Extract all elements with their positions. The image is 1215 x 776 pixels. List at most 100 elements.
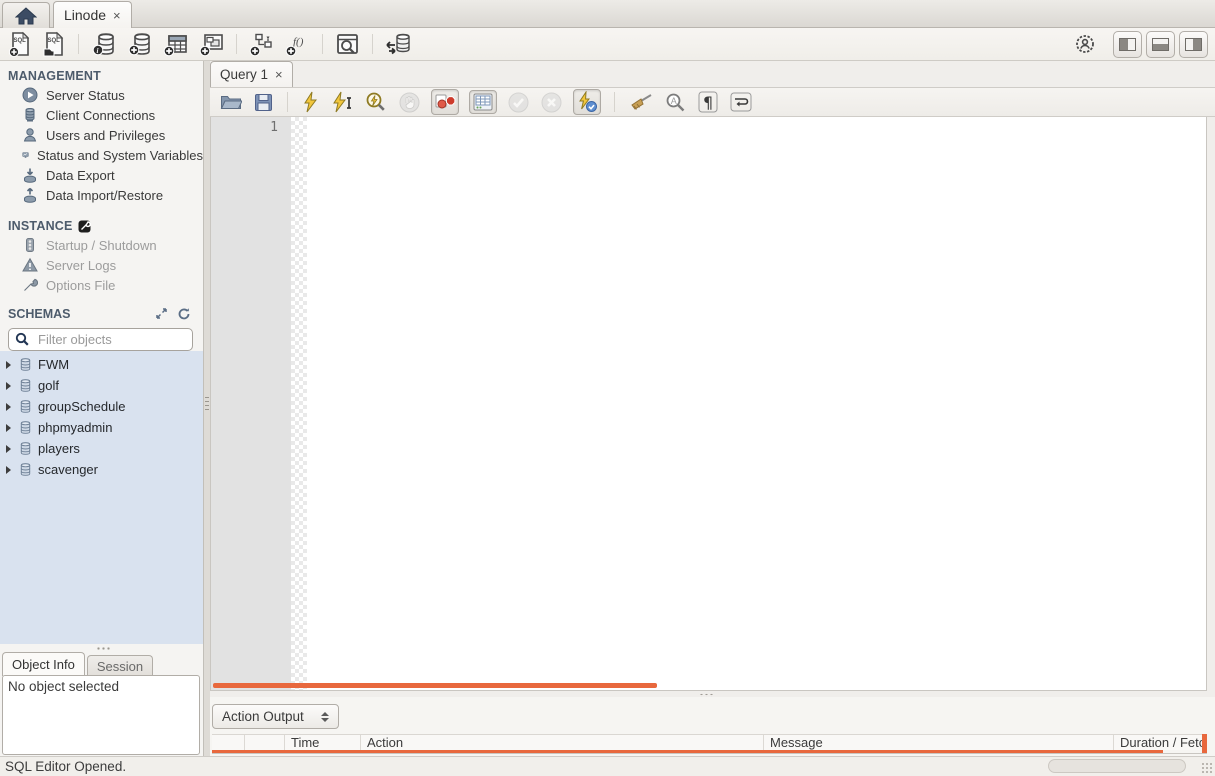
output-panel: Action Output Time Action Message Durati… xyxy=(210,697,1215,756)
sidebar-item-system-variables[interactable]: Status and System Variables xyxy=(0,145,203,165)
toggle-stop-on-error-button[interactable] xyxy=(431,89,459,115)
schema-row-groupschedule[interactable]: groupSchedule xyxy=(0,396,203,417)
expander-icon[interactable] xyxy=(6,381,11,390)
expander-icon[interactable] xyxy=(6,465,11,474)
rollback-button[interactable] xyxy=(540,91,563,114)
output-header-border xyxy=(212,753,1207,754)
create-function-button[interactable]: f() xyxy=(283,30,312,59)
expander-icon[interactable] xyxy=(6,402,11,411)
schema-db-icon xyxy=(20,421,31,434)
editor-hscrollbar-thumb[interactable] xyxy=(213,683,657,688)
search-table-data-button[interactable] xyxy=(333,30,362,59)
output-col-blank2[interactable] xyxy=(245,735,285,750)
output-col-duration[interactable]: Duration / Fetch xyxy=(1114,735,1207,750)
toggle-left-sidebar-button[interactable] xyxy=(1113,30,1142,58)
execute-current-button[interactable] xyxy=(331,90,354,114)
schema-db-icon xyxy=(20,379,31,392)
limit-rows-icon xyxy=(473,93,493,111)
explain-plan-button[interactable] xyxy=(364,90,388,114)
sql-code-editor[interactable]: 1 xyxy=(210,117,1207,691)
query-tab-label: Query 1 xyxy=(220,67,269,82)
schema-row-fwm[interactable]: FWM xyxy=(0,354,203,375)
schema-filter[interactable] xyxy=(8,328,193,351)
output-hscrollbar-thumb[interactable] xyxy=(1048,759,1186,773)
schema-row-scavenger[interactable]: scavenger xyxy=(0,459,203,480)
sidebar-item-data-export[interactable]: Data Export xyxy=(0,165,203,185)
toggle-invisibles-button[interactable]: ¶ xyxy=(697,90,719,114)
connection-tab-label: Linode xyxy=(64,7,107,23)
limit-rows-button[interactable] xyxy=(469,90,497,114)
tab-session[interactable]: Session xyxy=(86,655,154,676)
connection-tab[interactable]: Linode × xyxy=(53,1,132,28)
sidebar-item-users-privileges[interactable]: Users and Privileges xyxy=(0,125,203,145)
schema-filter-input[interactable] xyxy=(36,331,186,348)
connection-tab-close-icon[interactable]: × xyxy=(113,8,121,23)
schema-row-players[interactable]: players xyxy=(0,438,203,459)
find-button[interactable]: A xyxy=(664,91,687,114)
reconnect-dbms-button[interactable] xyxy=(383,30,413,59)
clear-query-button[interactable] xyxy=(628,91,654,113)
status-bar: SQL Editor Opened. xyxy=(0,756,1215,776)
home-icon xyxy=(15,6,37,24)
data-import-icon xyxy=(24,187,36,203)
client-connections-icon xyxy=(25,107,35,122)
window-resize-grip[interactable] xyxy=(1201,762,1213,774)
status-text: SQL Editor Opened. xyxy=(5,759,127,774)
create-table-button[interactable] xyxy=(161,30,190,59)
sql-editor-area: Query 1 × A ¶ 1 Action Output Time Actio… xyxy=(210,61,1215,756)
open-script-button[interactable] xyxy=(219,92,243,112)
main-toolbar: SQL SQL i f() xyxy=(0,28,1215,61)
window-tab-strip: Linode × xyxy=(0,0,1215,28)
preferences-button[interactable] xyxy=(1073,32,1097,56)
output-type-select[interactable]: Action Output xyxy=(212,704,339,729)
startup-shutdown-icon xyxy=(26,238,34,252)
toggle-wrap-button[interactable] xyxy=(729,91,753,113)
query-tab[interactable]: Query 1 × xyxy=(210,61,293,87)
output-vscrollbar-thumb[interactable] xyxy=(1202,734,1207,753)
create-view-button[interactable] xyxy=(197,30,226,59)
schema-row-golf[interactable]: golf xyxy=(0,375,203,396)
stop-execution-button[interactable] xyxy=(398,91,421,114)
save-script-icon xyxy=(255,93,272,111)
sidebar-item-options-file[interactable]: Options File xyxy=(0,275,203,295)
create-schema-button[interactable] xyxy=(125,30,154,59)
open-script-icon xyxy=(220,96,242,109)
tab-object-info[interactable]: Object Info xyxy=(2,652,85,676)
save-script-button[interactable] xyxy=(253,92,274,113)
home-tab[interactable] xyxy=(2,2,50,28)
expand-schemas-icon[interactable] xyxy=(155,307,168,320)
expander-icon[interactable] xyxy=(6,423,11,432)
output-col-action[interactable]: Action xyxy=(361,735,764,750)
output-col-blank1[interactable] xyxy=(212,735,245,750)
sidebar-item-startup-shutdown[interactable]: Startup / Shutdown xyxy=(0,235,203,255)
commit-button[interactable] xyxy=(507,91,530,114)
sidebar-divider[interactable] xyxy=(203,61,210,756)
code-text-area[interactable] xyxy=(307,117,1206,690)
toolbar-separator xyxy=(287,92,288,112)
query-tab-close-icon[interactable]: × xyxy=(275,67,283,82)
sidebar-splitter-grip[interactable] xyxy=(96,646,112,651)
sidebar-item-client-connections[interactable]: Client Connections xyxy=(0,105,203,125)
schema-row-phpmyadmin[interactable]: phpmyadmin xyxy=(0,417,203,438)
management-section-title: MANAGEMENT xyxy=(8,69,101,83)
output-col-message[interactable]: Message xyxy=(764,735,1114,750)
toggle-autocommit-button[interactable] xyxy=(573,89,601,115)
refresh-schemas-icon[interactable] xyxy=(177,307,191,321)
new-query-tab-button[interactable]: SQL xyxy=(7,30,34,59)
execute-all-button[interactable] xyxy=(301,90,321,114)
toggle-output-area-button[interactable] xyxy=(1146,30,1175,58)
sidebar-item-server-status[interactable]: Server Status xyxy=(0,85,203,105)
create-procedure-button[interactable] xyxy=(247,30,276,59)
users-privileges-icon xyxy=(23,128,37,142)
toggle-right-sidebar-button[interactable] xyxy=(1179,30,1208,58)
open-sql-script-button[interactable]: SQL xyxy=(41,30,68,59)
create-view-icon xyxy=(199,33,223,56)
line-number-gutter: 1 xyxy=(211,117,291,690)
expander-icon[interactable] xyxy=(6,360,11,369)
sidebar-item-data-import[interactable]: Data Import/Restore xyxy=(0,185,203,205)
toolbar-separator xyxy=(78,34,79,54)
sidebar-item-server-logs[interactable]: Server Logs xyxy=(0,255,203,275)
output-col-time[interactable]: Time xyxy=(285,735,361,750)
expander-icon[interactable] xyxy=(6,444,11,453)
schema-inspector-button[interactable]: i xyxy=(89,30,118,59)
